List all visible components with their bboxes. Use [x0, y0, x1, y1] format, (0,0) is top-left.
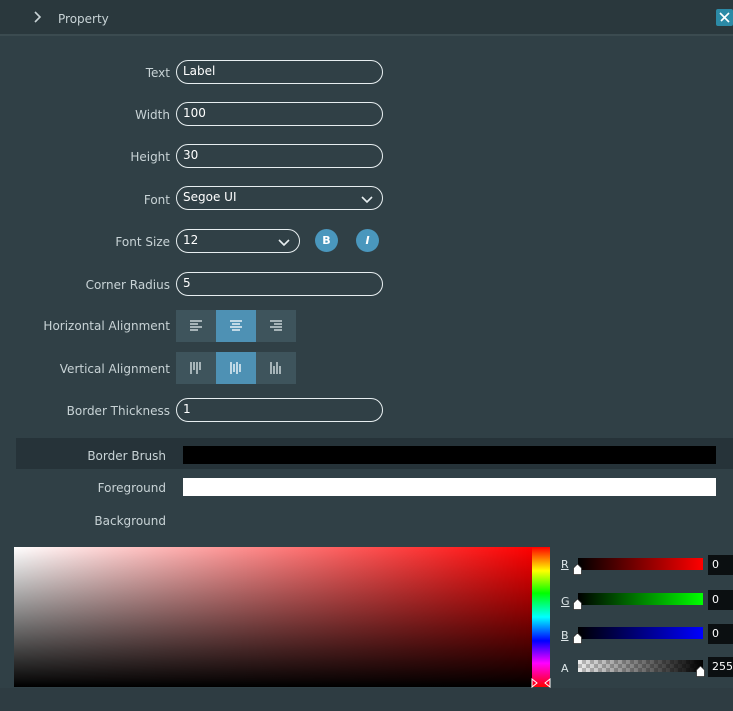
foreground-swatch[interactable]	[183, 478, 716, 496]
italic-toggle[interactable]: I	[356, 229, 379, 252]
alpha-channel-label: A	[561, 662, 569, 675]
red-channel-slider[interactable]	[578, 558, 703, 570]
red-slider-thumb[interactable]	[573, 564, 582, 575]
text-label: Text	[145, 66, 170, 80]
align-center-button[interactable]	[216, 310, 256, 342]
foreground-label: Foreground	[97, 481, 166, 495]
valign-center-icon	[230, 362, 241, 374]
valign-center-button[interactable]	[216, 352, 256, 384]
panel-header: Property	[0, 0, 733, 34]
red-channel-label: R	[561, 558, 569, 571]
blue-value-field[interactable]: 0	[708, 624, 733, 644]
chevron-down-icon	[277, 235, 291, 247]
align-right-icon	[270, 320, 282, 331]
panel-title: Property	[58, 12, 109, 26]
align-left-button[interactable]	[176, 310, 216, 342]
green-value-field[interactable]: 0	[708, 590, 733, 610]
valign-bottom-button[interactable]	[256, 352, 296, 384]
align-center-icon	[230, 320, 242, 331]
valign-top-button[interactable]	[176, 352, 216, 384]
green-channel-label: G	[561, 595, 570, 608]
blue-channel-slider[interactable]	[578, 627, 703, 639]
chevron-down-icon	[360, 192, 374, 204]
border-thickness-label: Border Thickness	[66, 404, 170, 418]
height-label: Height	[130, 150, 170, 164]
alpha-slider-thumb[interactable]	[696, 666, 705, 677]
corner-radius-label: Corner Radius	[85, 278, 170, 292]
width-input[interactable]: 100	[176, 102, 383, 126]
font-size-dropdown[interactable]: 12	[176, 229, 300, 253]
bold-toggle[interactable]: B	[315, 229, 338, 252]
vertical-alignment-label: Vertical Alignment	[59, 362, 170, 376]
alpha-value-field[interactable]: 255	[708, 657, 733, 677]
font-dropdown[interactable]: Segoe UI	[176, 186, 383, 210]
valign-bottom-icon	[270, 362, 281, 374]
valign-top-icon	[190, 362, 201, 374]
border-thickness-input[interactable]: 1	[176, 398, 383, 422]
blue-channel-label: B	[561, 629, 569, 642]
background-label: Background	[94, 514, 166, 528]
saturation-value-area[interactable]	[14, 547, 533, 687]
font-value: Segoe UI	[183, 190, 237, 204]
header-divider	[0, 34, 733, 36]
border-brush-swatch[interactable]	[183, 446, 716, 464]
border-brush-label: Border Brush	[87, 449, 166, 463]
font-label: Font	[143, 193, 170, 207]
alpha-channel-slider[interactable]	[578, 660, 703, 672]
width-label: Width	[135, 108, 170, 122]
chevron-right-icon[interactable]	[30, 9, 46, 25]
picker-bottom-strip	[0, 688, 733, 711]
horizontal-alignment-label: Horizontal Alignment	[43, 319, 170, 333]
blue-slider-thumb[interactable]	[573, 633, 582, 644]
align-left-icon	[190, 320, 202, 331]
pin-icon[interactable]	[716, 9, 733, 26]
font-size-value: 12	[183, 233, 199, 247]
hue-slider[interactable]	[532, 547, 550, 687]
align-right-button[interactable]	[256, 310, 296, 342]
font-size-label: Font Size	[115, 235, 170, 249]
green-slider-thumb[interactable]	[573, 599, 582, 610]
text-input[interactable]: Label	[176, 60, 383, 84]
red-value-field[interactable]: 0	[708, 555, 733, 575]
height-input[interactable]: 30	[176, 144, 383, 168]
green-channel-slider[interactable]	[578, 593, 703, 605]
corner-radius-input[interactable]: 5	[176, 272, 383, 296]
hue-slider-thumb[interactable]	[531, 678, 551, 688]
